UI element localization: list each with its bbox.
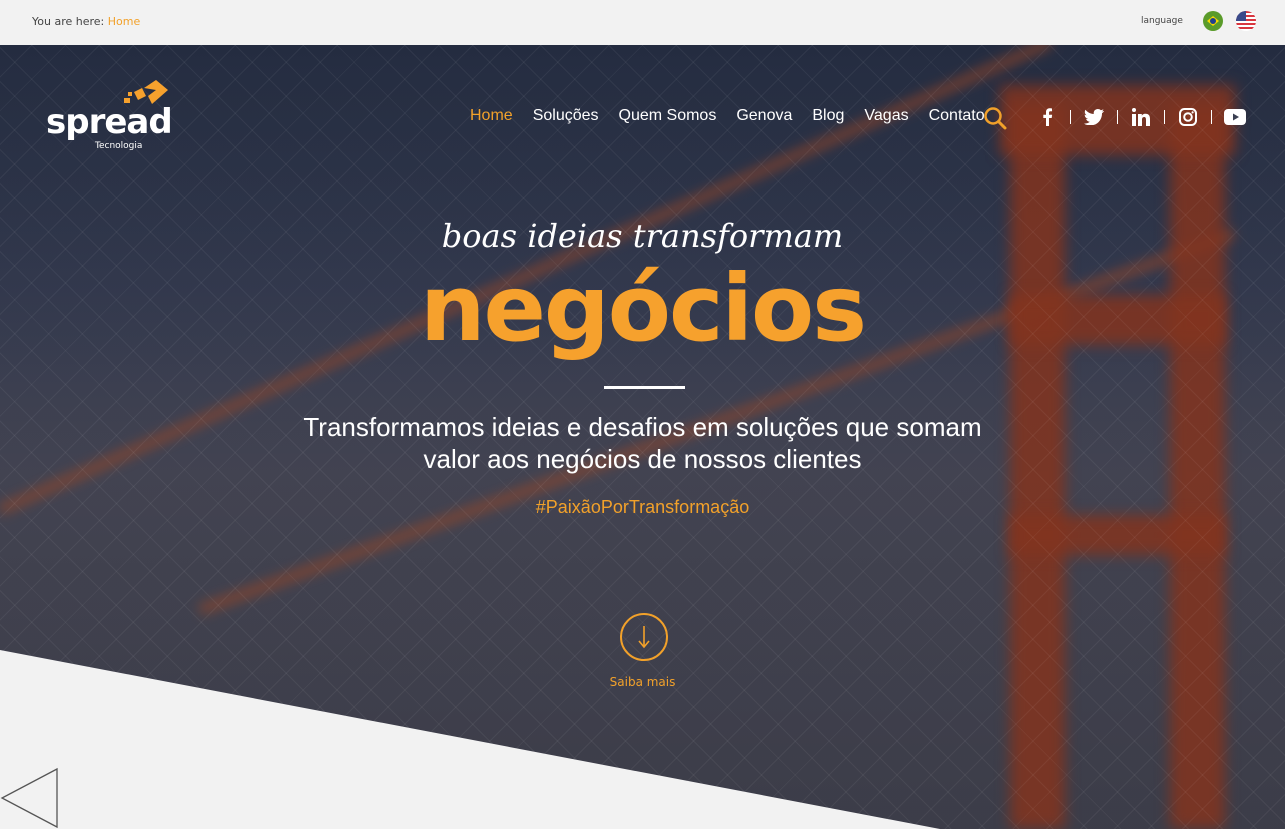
arrow-down-icon bbox=[638, 626, 650, 649]
nav-home[interactable]: Home bbox=[470, 107, 513, 125]
scroll-down-button[interactable] bbox=[620, 613, 668, 661]
language-label: language bbox=[1141, 16, 1183, 26]
logo-subtitle: Tecnologia bbox=[95, 141, 143, 151]
nav-contato[interactable]: Contato bbox=[929, 107, 985, 125]
hero-description: Transformamos ideias e desafios em soluç… bbox=[0, 411, 1285, 475]
social-links bbox=[1036, 106, 1246, 128]
hero-headline: negócios bbox=[420, 255, 867, 362]
youtube-icon[interactable] bbox=[1224, 106, 1246, 128]
breadcrumb: You are here: Home bbox=[32, 15, 140, 28]
top-bar: You are here: Home language bbox=[0, 0, 1285, 45]
twitter-icon[interactable] bbox=[1083, 106, 1105, 128]
nav-genova[interactable]: Genova bbox=[736, 107, 792, 125]
breadcrumb-prefix: You are here: bbox=[32, 15, 105, 28]
main-nav: Home Soluções Quem Somos Genova Blog Vag… bbox=[470, 107, 985, 125]
hero-divider bbox=[604, 386, 685, 389]
instagram-icon[interactable] bbox=[1177, 106, 1199, 128]
hero-description-line-1: Transformamos ideias e desafios em soluç… bbox=[303, 412, 982, 442]
nav-blog[interactable]: Blog bbox=[812, 107, 844, 125]
brazil-flag-icon[interactable] bbox=[1203, 11, 1223, 31]
nav-vagas[interactable]: Vagas bbox=[864, 107, 908, 125]
nav-solucoes[interactable]: Soluções bbox=[533, 107, 599, 125]
logo-wordmark: spread bbox=[46, 102, 173, 142]
hero-hashtag: #PaixãoPorTransformação bbox=[535, 497, 750, 517]
hero-tagline: boas ideias transformam bbox=[441, 217, 844, 255]
usa-flag-icon[interactable] bbox=[1236, 11, 1256, 31]
hero-description-line-2: valor aos negócios de nossos clientes bbox=[423, 444, 862, 474]
search-icon[interactable] bbox=[983, 106, 1007, 130]
linkedin-icon[interactable] bbox=[1130, 106, 1152, 128]
facebook-icon[interactable] bbox=[1036, 106, 1058, 128]
carousel-prev-arrow-icon[interactable] bbox=[0, 767, 60, 829]
nav-quem-somos[interactable]: Quem Somos bbox=[619, 107, 717, 125]
breadcrumb-current[interactable]: Home bbox=[108, 15, 140, 28]
